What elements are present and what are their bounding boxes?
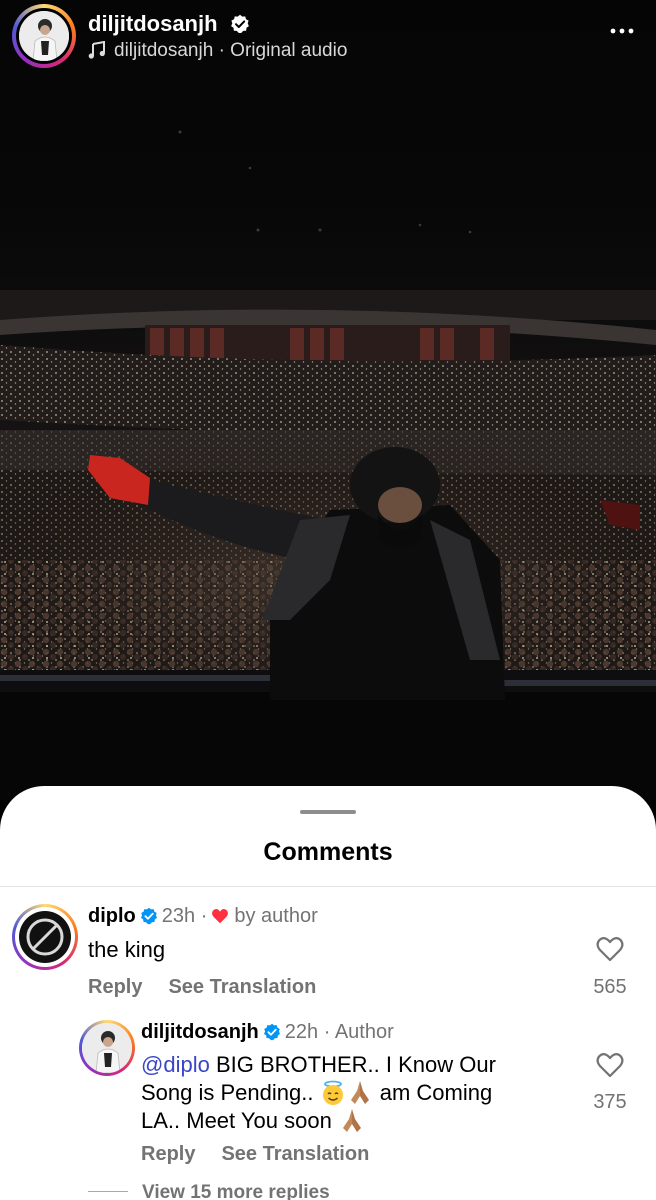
verified-badge-icon	[263, 1023, 280, 1041]
audio-label[interactable]: diljitdosanjh · Original audio	[114, 40, 347, 61]
reply-text-line-3: LA.. Meet You soon	[141, 1108, 332, 1133]
author-label: Author	[334, 1021, 394, 1043]
reply-button[interactable]: Reply	[141, 1143, 195, 1165]
see-translation-button[interactable]: See Translation	[221, 1143, 369, 1165]
like-count: 565	[593, 976, 627, 998]
folded-hands-emoji-icon	[342, 1109, 361, 1132]
reply-avatar[interactable]	[79, 1020, 135, 1076]
reply-actions: Reply See Translation	[141, 1143, 395, 1166]
replies-line	[88, 1191, 128, 1192]
reply-button[interactable]: Reply	[88, 976, 142, 998]
reply-line-3: LA.. Meet You soon	[141, 1106, 581, 1134]
sheet-drag-handle[interactable]	[300, 810, 356, 814]
separator-dot: ·	[318, 1021, 335, 1043]
view-more-replies-label[interactable]: View 15 more replies	[142, 1182, 330, 1200]
mention-link[interactable]: @diplo	[141, 1052, 210, 1077]
folded-hands-emoji-icon	[350, 1081, 369, 1104]
comment-header: diplo 23h · by author	[88, 905, 318, 928]
view-more-replies-button[interactable]: View 15 more replies	[88, 1182, 330, 1200]
music-note-icon	[88, 41, 105, 59]
comment-actions: Reply See Translation	[88, 976, 342, 999]
reply-text-line-2a: Song is Pending..	[141, 1080, 314, 1105]
like-heart-icon[interactable]	[596, 936, 624, 962]
sheet-divider	[0, 886, 656, 887]
verified-badge-icon	[140, 907, 157, 925]
header-username-text[interactable]: diljitdosanjh	[88, 11, 218, 36]
reel-header: diljitdosanjh diljitdosanjh · Original a…	[0, 0, 656, 80]
comments-sheet: Comments diplo 23h · by author the king …	[0, 786, 656, 1200]
reply-text: @diplo BIG BROTHER.. I Know Our Song is …	[141, 1051, 581, 1134]
comment-time: 23h	[161, 905, 196, 927]
halo-smile-emoji-icon	[322, 1080, 343, 1105]
diplo-avatar-logo	[19, 911, 71, 963]
commenter-avatar[interactable]	[12, 904, 78, 970]
comment-username[interactable]: diplo	[88, 905, 136, 927]
reply-header: diljitdosanjh 22h · Author	[141, 1021, 394, 1044]
header-username[interactable]: diljitdosanjh	[88, 11, 250, 37]
reply-username[interactable]: diljitdosanjh	[141, 1021, 259, 1043]
original-audio-link[interactable]: diljitdosanjh · Original audio	[88, 40, 347, 62]
avatar-photo	[19, 11, 69, 61]
reply-line-2: Song is Pending.. am Coming	[141, 1078, 581, 1106]
liked-by-author-heart-icon	[212, 909, 229, 924]
liked-by-author-label: by author	[234, 905, 318, 927]
comment-text: the king	[88, 937, 166, 962]
like-heart-icon[interactable]	[596, 1052, 624, 1078]
reply-time: 22h	[284, 1021, 319, 1043]
video-frame[interactable]	[0, 0, 656, 800]
concert-scene-image	[0, 130, 656, 800]
avatar-photo	[82, 1023, 132, 1073]
comments-title: Comments	[263, 838, 393, 866]
more-options-icon[interactable]	[610, 28, 634, 34]
see-translation-button[interactable]: See Translation	[168, 976, 316, 998]
profile-avatar[interactable]	[12, 4, 76, 68]
reply-line-1: @diplo BIG BROTHER.. I Know Our	[141, 1051, 581, 1078]
separator-dot: ·	[195, 905, 208, 927]
verified-badge-icon	[230, 14, 249, 34]
reply-like-count: 375	[593, 1091, 627, 1113]
reply-text-line-1: BIG BROTHER.. I Know Our	[215, 1052, 496, 1077]
reply-text-line-2b: am Coming	[379, 1080, 493, 1105]
